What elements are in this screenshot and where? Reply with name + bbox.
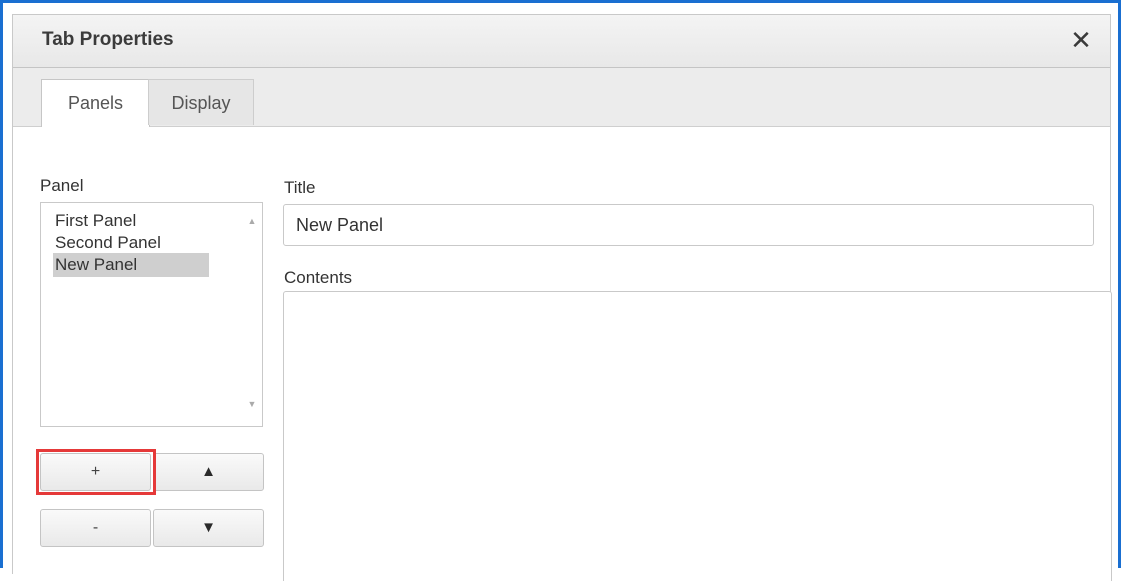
list-item[interactable]: First Panel (53, 209, 140, 233)
tab-panels[interactable]: Panels (41, 79, 150, 127)
title-label: Title (284, 178, 316, 197)
list-item[interactable]: Second Panel (53, 231, 165, 255)
add-panel-button[interactable]: + (40, 453, 151, 491)
remove-panel-button[interactable]: - (40, 509, 151, 547)
move-down-button[interactable]: ▼ (153, 509, 264, 547)
arrow-down-icon: ▼ (201, 519, 216, 536)
panel-label: Panel (40, 176, 84, 195)
scroll-down-icon[interactable]: ▼ (246, 399, 258, 409)
title-input[interactable]: New Panel (283, 204, 1094, 246)
tab-properties-dialog: Tab Properties ✕ Panels Display Panel Fi… (12, 14, 1112, 581)
contents-editor[interactable] (283, 291, 1112, 581)
scroll-up-icon[interactable]: ▲ (246, 216, 258, 226)
list-item-selected[interactable]: New Panel (53, 253, 209, 277)
close-icon[interactable]: ✕ (1068, 26, 1094, 54)
move-up-button[interactable]: ▲ (153, 453, 264, 491)
tab-display[interactable]: Display (148, 79, 254, 125)
dialog-title: Tab Properties (42, 29, 174, 50)
arrow-up-icon: ▲ (201, 463, 216, 480)
tab-strip: Panels Display (13, 68, 1110, 127)
dialog-titlebar: Tab Properties ✕ (13, 15, 1110, 68)
contents-label: Contents (284, 268, 353, 287)
panel-listbox[interactable]: First Panel Second Panel New Panel ▲ ▼ (40, 202, 263, 427)
